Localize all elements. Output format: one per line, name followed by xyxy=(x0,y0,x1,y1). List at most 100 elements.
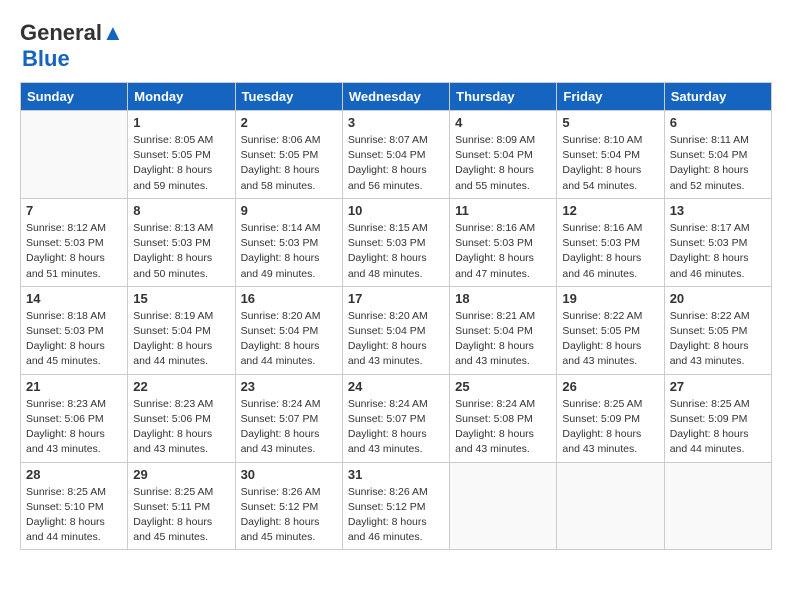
day-info: Sunrise: 8:06 AMSunset: 5:05 PMDaylight:… xyxy=(241,133,337,194)
calendar-cell: 7 Sunrise: 8:12 AMSunset: 5:03 PMDaylight… xyxy=(21,198,128,286)
day-number: 9 xyxy=(241,203,337,218)
day-number: 20 xyxy=(670,291,766,306)
day-info: Sunrise: 8:19 AMSunset: 5:04 PMDaylight:… xyxy=(133,309,229,370)
weekday-header-sunday: Sunday xyxy=(21,83,128,111)
day-number: 6 xyxy=(670,115,766,130)
day-number: 22 xyxy=(133,379,229,394)
day-number: 30 xyxy=(241,467,337,482)
calendar-cell: 17 Sunrise: 8:20 AMSunset: 5:04 PMDayligh… xyxy=(342,286,449,374)
calendar-cell: 12Sunrise: 8:16 AMSunset: 5:03 PMDayligh… xyxy=(557,198,664,286)
calendar-cell: 28 Sunrise: 8:25 AMSunset: 5:10 PMDayligh… xyxy=(21,462,128,550)
calendar-cell: 22 Sunrise: 8:23 AMSunset: 5:06 PMDayligh… xyxy=(128,374,235,462)
day-info: Sunrise: 8:24 AMSunset: 5:08 PMDaylight:… xyxy=(455,397,551,458)
day-info: Sunrise: 8:25 AMSunset: 5:10 PMDaylight:… xyxy=(26,485,122,546)
day-info: Sunrise: 8:24 AMSunset: 5:07 PMDaylight:… xyxy=(241,397,337,458)
calendar-cell: 5 Sunrise: 8:10 AMSunset: 5:04 PMDaylight… xyxy=(557,111,664,199)
day-number: 14 xyxy=(26,291,122,306)
logo: General▲ Blue xyxy=(20,20,124,72)
day-info: Sunrise: 8:23 AMSunset: 5:06 PMDaylight:… xyxy=(26,397,122,458)
calendar-cell: 30 Sunrise: 8:26 AMSunset: 5:12 PMDayligh… xyxy=(235,462,342,550)
calendar-cell: 16 Sunrise: 8:20 AMSunset: 5:04 PMDayligh… xyxy=(235,286,342,374)
weekday-header-friday: Friday xyxy=(557,83,664,111)
day-number: 23 xyxy=(241,379,337,394)
calendar-header-row: SundayMondayTuesdayWednesdayThursdayFrid… xyxy=(21,83,772,111)
calendar-cell: 29Sunrise: 8:25 AMSunset: 5:11 PMDayligh… xyxy=(128,462,235,550)
day-info: Sunrise: 8:20 AMSunset: 5:04 PMDaylight:… xyxy=(241,309,337,370)
weekday-header-saturday: Saturday xyxy=(664,83,771,111)
calendar-cell: 31 Sunrise: 8:26 AMSunset: 5:12 PMDayligh… xyxy=(342,462,449,550)
day-info: Sunrise: 8:26 AMSunset: 5:12 PMDaylight:… xyxy=(241,485,337,546)
day-info: Sunrise: 8:17 AMSunset: 5:03 PMDaylight:… xyxy=(670,221,766,282)
day-number: 31 xyxy=(348,467,444,482)
day-info: Sunrise: 8:10 AMSunset: 5:04 PMDaylight:… xyxy=(562,133,658,194)
day-number: 11 xyxy=(455,203,551,218)
day-info: Sunrise: 8:23 AMSunset: 5:06 PMDaylight:… xyxy=(133,397,229,458)
day-number: 5 xyxy=(562,115,658,130)
day-number: 12 xyxy=(562,203,658,218)
calendar-cell: 23 Sunrise: 8:24 AMSunset: 5:07 PMDayligh… xyxy=(235,374,342,462)
day-number: 16 xyxy=(241,291,337,306)
day-number: 8 xyxy=(133,203,229,218)
page-header: General▲ Blue xyxy=(20,20,772,72)
calendar-week-5: 28 Sunrise: 8:25 AMSunset: 5:10 PMDayligh… xyxy=(21,462,772,550)
day-info: Sunrise: 8:25 AMSunset: 5:11 PMDaylight:… xyxy=(133,485,229,546)
calendar-week-1: 1Sunrise: 8:05 AMSunset: 5:05 PMDaylight… xyxy=(21,111,772,199)
calendar-cell: 6 Sunrise: 8:11 AMSunset: 5:04 PMDaylight… xyxy=(664,111,771,199)
calendar-week-4: 21 Sunrise: 8:23 AMSunset: 5:06 PMDayligh… xyxy=(21,374,772,462)
calendar-cell: 8Sunrise: 8:13 AMSunset: 5:03 PMDaylight… xyxy=(128,198,235,286)
day-number: 28 xyxy=(26,467,122,482)
day-info: Sunrise: 8:15 AMSunset: 5:03 PMDaylight:… xyxy=(348,221,444,282)
calendar-cell: 1Sunrise: 8:05 AMSunset: 5:05 PMDaylight… xyxy=(128,111,235,199)
calendar-cell: 19Sunrise: 8:22 AMSunset: 5:05 PMDayligh… xyxy=(557,286,664,374)
day-number: 24 xyxy=(348,379,444,394)
day-info: Sunrise: 8:07 AMSunset: 5:04 PMDaylight:… xyxy=(348,133,444,194)
day-info: Sunrise: 8:14 AMSunset: 5:03 PMDaylight:… xyxy=(241,221,337,282)
calendar-cell: 11 Sunrise: 8:16 AMSunset: 5:03 PMDayligh… xyxy=(450,198,557,286)
calendar-cell: 25 Sunrise: 8:24 AMSunset: 5:08 PMDayligh… xyxy=(450,374,557,462)
weekday-header-monday: Monday xyxy=(128,83,235,111)
day-number: 25 xyxy=(455,379,551,394)
calendar-cell: 21 Sunrise: 8:23 AMSunset: 5:06 PMDayligh… xyxy=(21,374,128,462)
day-number: 15 xyxy=(133,291,229,306)
calendar-cell: 10 Sunrise: 8:15 AMSunset: 5:03 PMDayligh… xyxy=(342,198,449,286)
calendar-cell: 24 Sunrise: 8:24 AMSunset: 5:07 PMDayligh… xyxy=(342,374,449,462)
day-info: Sunrise: 8:09 AMSunset: 5:04 PMDaylight:… xyxy=(455,133,551,194)
calendar-cell: 2 Sunrise: 8:06 AMSunset: 5:05 PMDaylight… xyxy=(235,111,342,199)
weekday-header-wednesday: Wednesday xyxy=(342,83,449,111)
day-number: 13 xyxy=(670,203,766,218)
day-info: Sunrise: 8:16 AMSunset: 5:03 PMDaylight:… xyxy=(455,221,551,282)
day-info: Sunrise: 8:11 AMSunset: 5:04 PMDaylight:… xyxy=(670,133,766,194)
calendar-cell xyxy=(450,462,557,550)
day-number: 27 xyxy=(670,379,766,394)
day-number: 10 xyxy=(348,203,444,218)
day-number: 7 xyxy=(26,203,122,218)
day-info: Sunrise: 8:20 AMSunset: 5:04 PMDaylight:… xyxy=(348,309,444,370)
day-number: 17 xyxy=(348,291,444,306)
calendar-cell: 26Sunrise: 8:25 AMSunset: 5:09 PMDayligh… xyxy=(557,374,664,462)
calendar-cell xyxy=(21,111,128,199)
day-number: 21 xyxy=(26,379,122,394)
day-number: 18 xyxy=(455,291,551,306)
day-number: 2 xyxy=(241,115,337,130)
logo-text: General▲ xyxy=(20,20,124,46)
calendar-cell: 4Sunrise: 8:09 AMSunset: 5:04 PMDaylight… xyxy=(450,111,557,199)
weekday-header-tuesday: Tuesday xyxy=(235,83,342,111)
calendar-cell: 14 Sunrise: 8:18 AMSunset: 5:03 PMDayligh… xyxy=(21,286,128,374)
day-info: Sunrise: 8:25 AMSunset: 5:09 PMDaylight:… xyxy=(670,397,766,458)
day-number: 3 xyxy=(348,115,444,130)
calendar-cell: 20 Sunrise: 8:22 AMSunset: 5:05 PMDayligh… xyxy=(664,286,771,374)
calendar-cell: 13 Sunrise: 8:17 AMSunset: 5:03 PMDayligh… xyxy=(664,198,771,286)
day-info: Sunrise: 8:21 AMSunset: 5:04 PMDaylight:… xyxy=(455,309,551,370)
calendar-cell: 9 Sunrise: 8:14 AMSunset: 5:03 PMDaylight… xyxy=(235,198,342,286)
day-info: Sunrise: 8:26 AMSunset: 5:12 PMDaylight:… xyxy=(348,485,444,546)
day-number: 26 xyxy=(562,379,658,394)
calendar-week-3: 14 Sunrise: 8:18 AMSunset: 5:03 PMDayligh… xyxy=(21,286,772,374)
day-info: Sunrise: 8:18 AMSunset: 5:03 PMDaylight:… xyxy=(26,309,122,370)
calendar-week-2: 7 Sunrise: 8:12 AMSunset: 5:03 PMDaylight… xyxy=(21,198,772,286)
day-info: Sunrise: 8:12 AMSunset: 5:03 PMDaylight:… xyxy=(26,221,122,282)
calendar-cell: 3 Sunrise: 8:07 AMSunset: 5:04 PMDaylight… xyxy=(342,111,449,199)
day-info: Sunrise: 8:22 AMSunset: 5:05 PMDaylight:… xyxy=(670,309,766,370)
day-info: Sunrise: 8:24 AMSunset: 5:07 PMDaylight:… xyxy=(348,397,444,458)
day-info: Sunrise: 8:05 AMSunset: 5:05 PMDaylight:… xyxy=(133,133,229,194)
calendar-cell: 27 Sunrise: 8:25 AMSunset: 5:09 PMDayligh… xyxy=(664,374,771,462)
